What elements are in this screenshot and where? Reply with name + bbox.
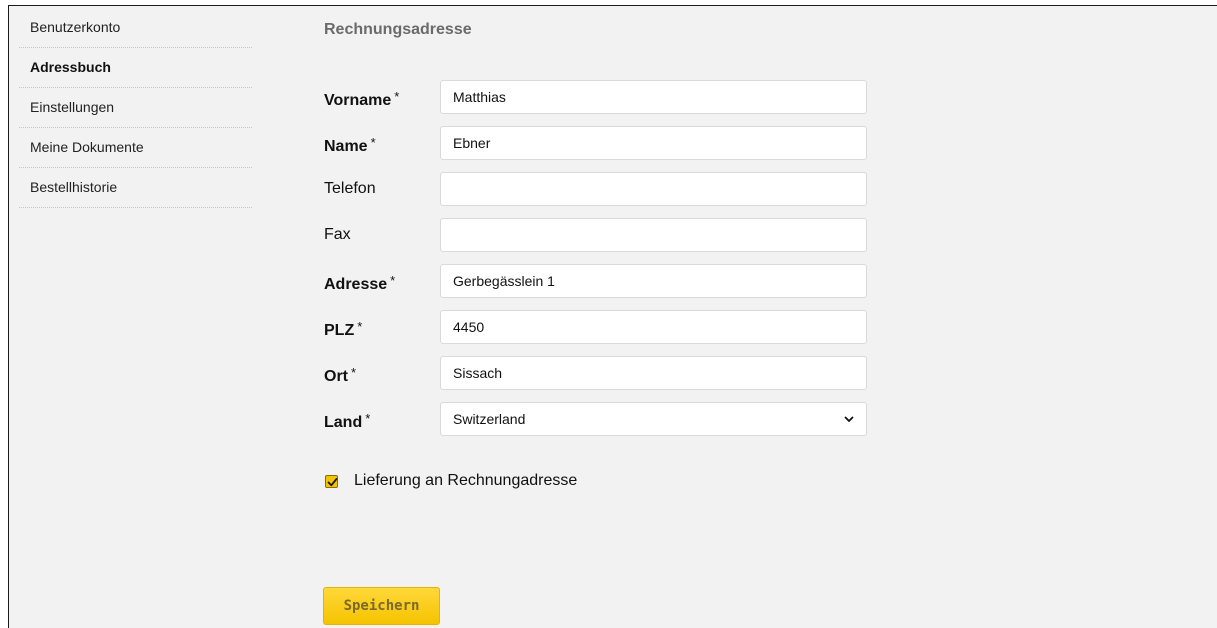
required-marker: *	[370, 135, 376, 150]
ort-label-text: Ort	[324, 368, 348, 385]
required-marker: *	[390, 273, 396, 288]
vorname-label-text: Vorname	[324, 92, 392, 109]
sidebar-item-benutzerkonto[interactable]: Benutzerkonto	[19, 8, 252, 48]
name-input[interactable]	[440, 126, 867, 160]
sidebar: Benutzerkonto Adressbuch Einstellungen M…	[19, 8, 252, 208]
plz-label-text: PLZ	[324, 322, 355, 339]
plz-label: PLZ *	[324, 310, 362, 344]
form-row-name: Name *	[324, 126, 869, 160]
land-select-value: Switzerland	[453, 411, 526, 427]
vorname-label: Vorname *	[324, 80, 399, 114]
chevron-down-icon	[844, 416, 854, 422]
adresse-input[interactable]	[440, 264, 867, 298]
checkmark-icon	[327, 477, 338, 486]
required-marker: *	[394, 89, 400, 104]
telefon-label-text: Telefon	[324, 180, 376, 197]
form-row-vorname: Vorname *	[324, 80, 869, 114]
form-row-ort: Ort *	[324, 356, 869, 390]
name-label-text: Name	[324, 138, 368, 155]
required-marker: *	[351, 365, 357, 380]
land-label-text: Land	[324, 414, 363, 431]
delivery-checkbox[interactable]	[325, 474, 338, 488]
telefon-label: Telefon	[324, 172, 376, 206]
save-button[interactable]: Speichern	[323, 587, 440, 625]
sidebar-item-bestellhistorie[interactable]: Bestellhistorie	[19, 168, 252, 208]
land-label: Land *	[324, 402, 370, 436]
required-marker: *	[365, 411, 371, 426]
delivery-checkbox-label[interactable]: Lieferung an Rechnungadresse	[354, 470, 577, 492]
ort-label: Ort *	[324, 356, 356, 390]
form-row-plz: PLZ *	[324, 310, 869, 344]
ort-input[interactable]	[440, 356, 867, 390]
delivery-checkbox-row: Lieferung an Rechnungadresse	[325, 470, 577, 492]
fax-label-text: Fax	[324, 226, 351, 243]
sidebar-item-adressbuch[interactable]: Adressbuch	[19, 48, 252, 88]
adresse-label: Adresse *	[324, 264, 395, 298]
form-row-land: Land * Switzerland	[324, 402, 869, 436]
telefon-input[interactable]	[440, 172, 867, 206]
required-marker: *	[357, 319, 363, 334]
plz-input[interactable]	[440, 310, 867, 344]
vorname-input[interactable]	[440, 80, 867, 114]
name-label: Name *	[324, 126, 376, 160]
form-row-telefon: Telefon	[324, 172, 869, 206]
form-row-fax: Fax	[324, 218, 869, 252]
adresse-label-text: Adresse	[324, 276, 388, 293]
form-row-adresse: Adresse *	[324, 264, 869, 298]
section-title: Rechnungsadresse	[324, 21, 472, 38]
page: Benutzerkonto Adressbuch Einstellungen M…	[0, 0, 1217, 628]
fax-label: Fax	[324, 218, 351, 252]
land-select[interactable]: Switzerland	[440, 402, 867, 436]
sidebar-item-meine-dokumente[interactable]: Meine Dokumente	[19, 128, 252, 168]
sidebar-item-einstellungen[interactable]: Einstellungen	[19, 88, 252, 128]
fax-input[interactable]	[440, 218, 867, 252]
